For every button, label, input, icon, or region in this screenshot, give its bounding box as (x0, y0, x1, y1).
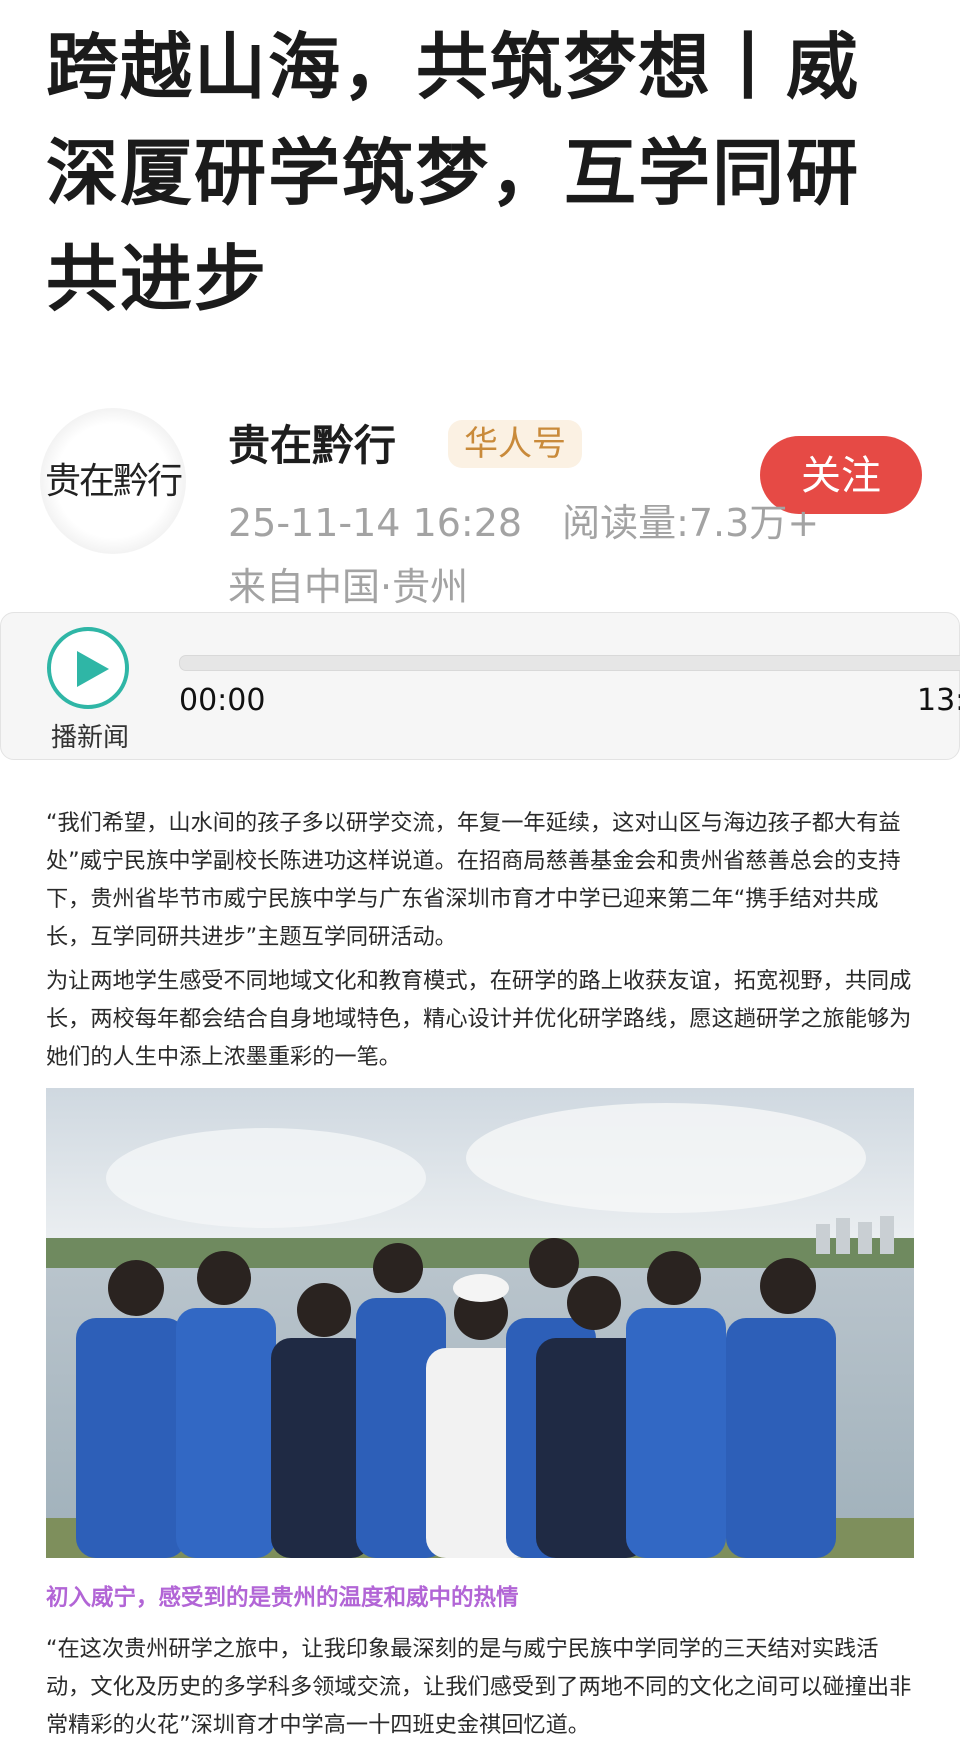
author-logo-text: 贵在黔行 (44, 461, 183, 502)
author-avatar[interactable]: 贵在黔行 (40, 408, 186, 554)
publish-date: 25-11-14 16:28 (228, 501, 523, 545)
article-paragraph: “在这次贵州研学之旅中，让我印象最深刻的是与威宁民族中学同学的三天结对实践活动，… (46, 1636, 912, 1738)
news-audio-player: 播新闻 00:00 13: (0, 612, 960, 760)
article-paragraph: 为让两地学生感受不同地域文化和教育模式，在研学的路上收获友谊，拓宽视野，共同成长… (46, 968, 912, 1070)
view-count: 阅读量:7.3万+ (562, 501, 820, 545)
audio-progress-bar[interactable] (179, 655, 960, 671)
article-paragraph: “我们希望，山水间的孩子多以研学交流，年复一年延续，这对山区与海边孩子都大有益处… (46, 810, 901, 950)
article-photo (46, 1088, 914, 1558)
article-title: 跨越山海，共筑梦想丨威深厦研学筑梦，互学同研共进步 (46, 25, 861, 321)
current-time: 00:00 (179, 683, 266, 718)
author-name[interactable]: 贵在黔行 (228, 412, 396, 473)
publish-meta: 25-11-14 16:28 阅读量:7.3万+ (228, 492, 819, 547)
play-button[interactable] (47, 627, 129, 709)
play-icon (77, 651, 109, 687)
section-subheading: 初入威宁，感受到的是贵州的温度和威中的热情 (46, 1585, 519, 1611)
publish-location: 来自中国·贵州 (228, 565, 469, 609)
total-time: 13: (917, 683, 960, 718)
player-label: 播新闻 (51, 723, 130, 753)
author-badge: 华人号 (448, 420, 582, 468)
